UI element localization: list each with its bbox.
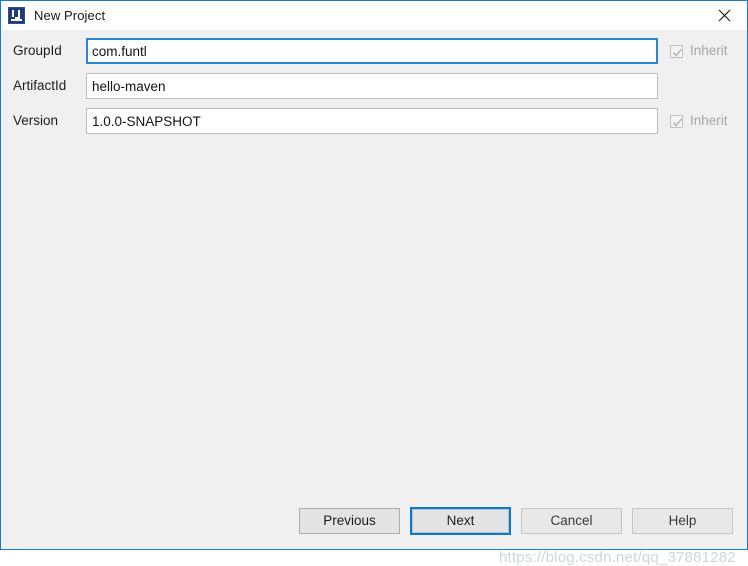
watermark-text: https://blog.csdn.net/qq_37881282 — [499, 549, 736, 566]
groupid-input[interactable] — [86, 38, 658, 64]
groupid-inherit-label: Inherit — [690, 43, 728, 59]
dialog-button-bar: Previous Next Cancel Help — [289, 507, 733, 535]
version-inherit-label: Inherit — [690, 113, 728, 129]
checkmark-icon — [670, 44, 683, 58]
version-label: Version — [13, 113, 59, 129]
artifactid-label: ArtifactId — [13, 78, 67, 94]
version-input[interactable] — [86, 108, 658, 134]
previous-button[interactable]: Previous — [299, 508, 400, 534]
cancel-button[interactable]: Cancel — [521, 508, 622, 534]
close-icon[interactable] — [702, 1, 747, 29]
maven-coordinates-form: GroupId Inherit ArtifactId Vers — [1, 38, 747, 143]
intellij-idea-icon — [8, 7, 25, 24]
new-project-dialog: New Project GroupId Inherit — [0, 0, 748, 566]
help-button[interactable]: Help — [632, 508, 733, 534]
version-inherit-checkbox[interactable]: Inherit — [658, 114, 738, 128]
artifactid-input[interactable] — [86, 73, 658, 99]
window-title: New Project — [34, 8, 106, 23]
checkmark-icon — [670, 114, 683, 128]
groupid-label: GroupId — [13, 43, 62, 59]
groupid-inherit-checkbox[interactable]: Inherit — [658, 44, 738, 58]
next-button-focus-ring: Next — [410, 507, 511, 535]
field-row-artifactid: ArtifactId — [1, 73, 747, 99]
field-row-groupid: GroupId Inherit — [1, 38, 747, 64]
dialog-content: GroupId Inherit ArtifactId Vers — [1, 30, 747, 566]
next-button[interactable]: Next — [412, 509, 509, 533]
title-bar: New Project — [1, 1, 747, 30]
field-row-version: Version Inherit — [1, 108, 747, 134]
